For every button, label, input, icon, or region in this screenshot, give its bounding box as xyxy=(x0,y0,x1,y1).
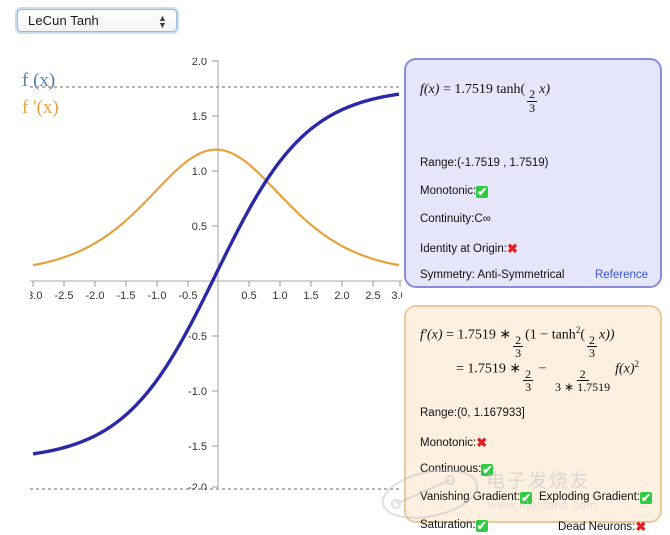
xtick-label: 1.5 xyxy=(303,290,318,302)
plot-svg: -3.0 -2.5 -2.0 -1.5 -1.0 -0.5 0.5 1.0 1.… xyxy=(30,58,402,490)
derivative2-minus: − xyxy=(538,361,547,377)
function-monotonic: Monotonic:✔ xyxy=(420,185,489,199)
xtick-label: 2.0 xyxy=(334,290,349,302)
xtick-label: -1.5 xyxy=(117,290,136,302)
function-info-card: f(x) = 1.7519 tanh(2 3 x) Range:(-1.7519 ,… xyxy=(404,58,662,288)
function-identity-at-origin: Identity at Origin:✖ xyxy=(420,241,518,257)
cross-icon: ✖ xyxy=(506,241,518,256)
formula-fraction: 23 xyxy=(527,87,538,115)
derivative2-big-fraction: 23 ∗ 1.7519 xyxy=(552,368,613,395)
derivative-fraction: 23 xyxy=(513,333,524,361)
derivative2-fraction: 23 xyxy=(523,367,534,395)
check-icon: ✔ xyxy=(520,491,533,505)
fraction-numerator: 2 xyxy=(527,87,538,102)
function-formula: f(x) = 1.7519 tanh(2 3 x) xyxy=(420,82,550,114)
xtick-label: -3.0 xyxy=(30,290,42,302)
fraction-denominator: 3 xyxy=(515,346,522,361)
vanishing-gradient: Vanishing Gradient:✔ xyxy=(420,491,533,505)
function-curve xyxy=(32,92,400,456)
check-icon: ✔ xyxy=(640,491,653,505)
function-monotonic-label: Monotonic: xyxy=(420,185,477,197)
fraction-numerator: 2 xyxy=(576,368,589,382)
derivative2-coefficient: 1.7519 xyxy=(467,361,506,377)
dead-neurons-label: Dead Neurons: xyxy=(558,521,636,533)
xtick-label: -2.5 xyxy=(55,290,74,302)
derivative2-tail: f(x) xyxy=(615,361,635,377)
ytick-label: -2.0 xyxy=(188,482,207,490)
derivative-range: Range:(0, 1.167933] xyxy=(420,407,525,419)
xtick-label: 3.0 xyxy=(391,290,402,302)
check-icon: ✔ xyxy=(481,463,494,477)
cross-icon: ✖ xyxy=(635,519,647,534)
legend-function-label: f (x) xyxy=(22,70,56,91)
derivative-info-card: f′(x) = 1.7519 ∗ 2 3 (1 − tanh2(2 3 x)) = 1.7… xyxy=(404,305,662,534)
derivative-formula-line1: f′(x) = 1.7519 ∗ 2 3 (1 − tanh2(2 3 x)) xyxy=(420,325,615,360)
exploding-gradient-label: Exploding Gradient: xyxy=(539,491,641,503)
check-icon: ✔ xyxy=(475,519,488,533)
xtick-label: 0.5 xyxy=(241,290,256,302)
x-ticks xyxy=(32,281,401,287)
derivative-tail-open: (1 − tanh xyxy=(525,327,576,343)
derivative-continuous-label: Continuous: xyxy=(420,463,482,475)
ytick-label: 1.5 xyxy=(192,111,207,123)
derivative-coefficient: 1.7519 xyxy=(457,327,496,343)
derivative-curve xyxy=(32,148,400,267)
derivative2-tail-superscript: 2 xyxy=(634,359,640,369)
function-symmetry: Symmetry: Anti-Symmetrical xyxy=(420,269,565,281)
fraction-denominator: 3 xyxy=(529,100,536,115)
derivative-monotonic: Monotonic:✖ xyxy=(420,435,487,451)
activation-plot: -3.0 -2.5 -2.0 -1.5 -1.0 -0.5 0.5 1.0 1.… xyxy=(30,58,402,490)
derivative-tail-close: x)) xyxy=(598,327,615,343)
xtick-label: -1.0 xyxy=(148,290,167,302)
formula-equals: = xyxy=(442,82,451,97)
ytick-label: -0.5 xyxy=(188,331,207,343)
stepper-down-icon[interactable]: ▼ xyxy=(158,20,167,29)
function-continuity: Continuity:C∞ xyxy=(420,213,491,225)
saturation: Saturation:✔ xyxy=(420,519,488,532)
derivative-star: ∗ xyxy=(499,327,512,343)
formula-variable: x) xyxy=(539,82,550,97)
xtick-label: 2.5 xyxy=(365,290,380,302)
fraction-numerator: 2 xyxy=(586,333,597,348)
derivative2-star: ∗ xyxy=(509,361,522,377)
function-range: Range:(-1.7519 , 1.7519) xyxy=(420,157,549,169)
derivative-lhs: f′(x) xyxy=(420,327,443,343)
derivative-formula-line2: = 1.7519 ∗ 2 3 − 23 ∗ 1.7519 f(x)2 xyxy=(456,359,639,394)
formula-coefficient: 1.7519 xyxy=(454,82,493,97)
ytick-label: -1.5 xyxy=(188,441,207,453)
derivative-inner-fraction: 23 xyxy=(586,333,597,361)
check-icon: ✔ xyxy=(476,185,489,199)
ytick-label: 0.5 xyxy=(192,221,207,233)
reference-link[interactable]: Reference xyxy=(595,269,648,281)
xtick-label: -2.0 xyxy=(86,290,105,302)
vanishing-gradient-label: Vanishing Gradient: xyxy=(420,491,521,503)
derivative2-equals: = xyxy=(456,361,464,377)
derivative-monotonic-label: Monotonic: xyxy=(420,437,477,449)
xtick-label: -0.5 xyxy=(179,290,198,302)
ytick-label: 1.0 xyxy=(192,166,207,178)
saturation-label: Saturation: xyxy=(420,519,476,531)
derivative-inner-open: ( xyxy=(580,327,585,343)
cross-icon: ✖ xyxy=(476,435,488,450)
function-identity-label: Identity at Origin: xyxy=(420,243,507,255)
xtick-label: 1.0 xyxy=(272,290,287,302)
select-value: LeCun Tanh xyxy=(28,13,99,28)
fraction-denominator: 3 xyxy=(525,380,532,395)
derivative-equals: = xyxy=(446,327,454,343)
formula-tanh: tanh( xyxy=(496,82,526,97)
fraction-denominator: 3 xyxy=(588,346,595,361)
activation-function-select[interactable]: LeCun Tanh ▲ ▼ xyxy=(17,9,177,32)
legend-derivative-label: f '(x) xyxy=(22,97,59,118)
stepper-arrows-icon[interactable]: ▲ ▼ xyxy=(157,13,168,30)
formula-lhs: f(x) xyxy=(420,82,440,97)
ytick-label: -1.0 xyxy=(188,386,207,398)
exploding-gradient: Exploding Gradient:✔ xyxy=(539,491,653,505)
derivative-continuous: Continuous:✔ xyxy=(420,463,494,477)
ytick-label: 2.0 xyxy=(192,58,207,68)
dead-neurons: Dead Neurons:✖ xyxy=(558,519,646,535)
fraction-numerator: 2 xyxy=(523,367,534,382)
fraction-numerator: 2 xyxy=(513,333,524,348)
fraction-denominator: 3 ∗ 1.7519 xyxy=(555,380,611,395)
